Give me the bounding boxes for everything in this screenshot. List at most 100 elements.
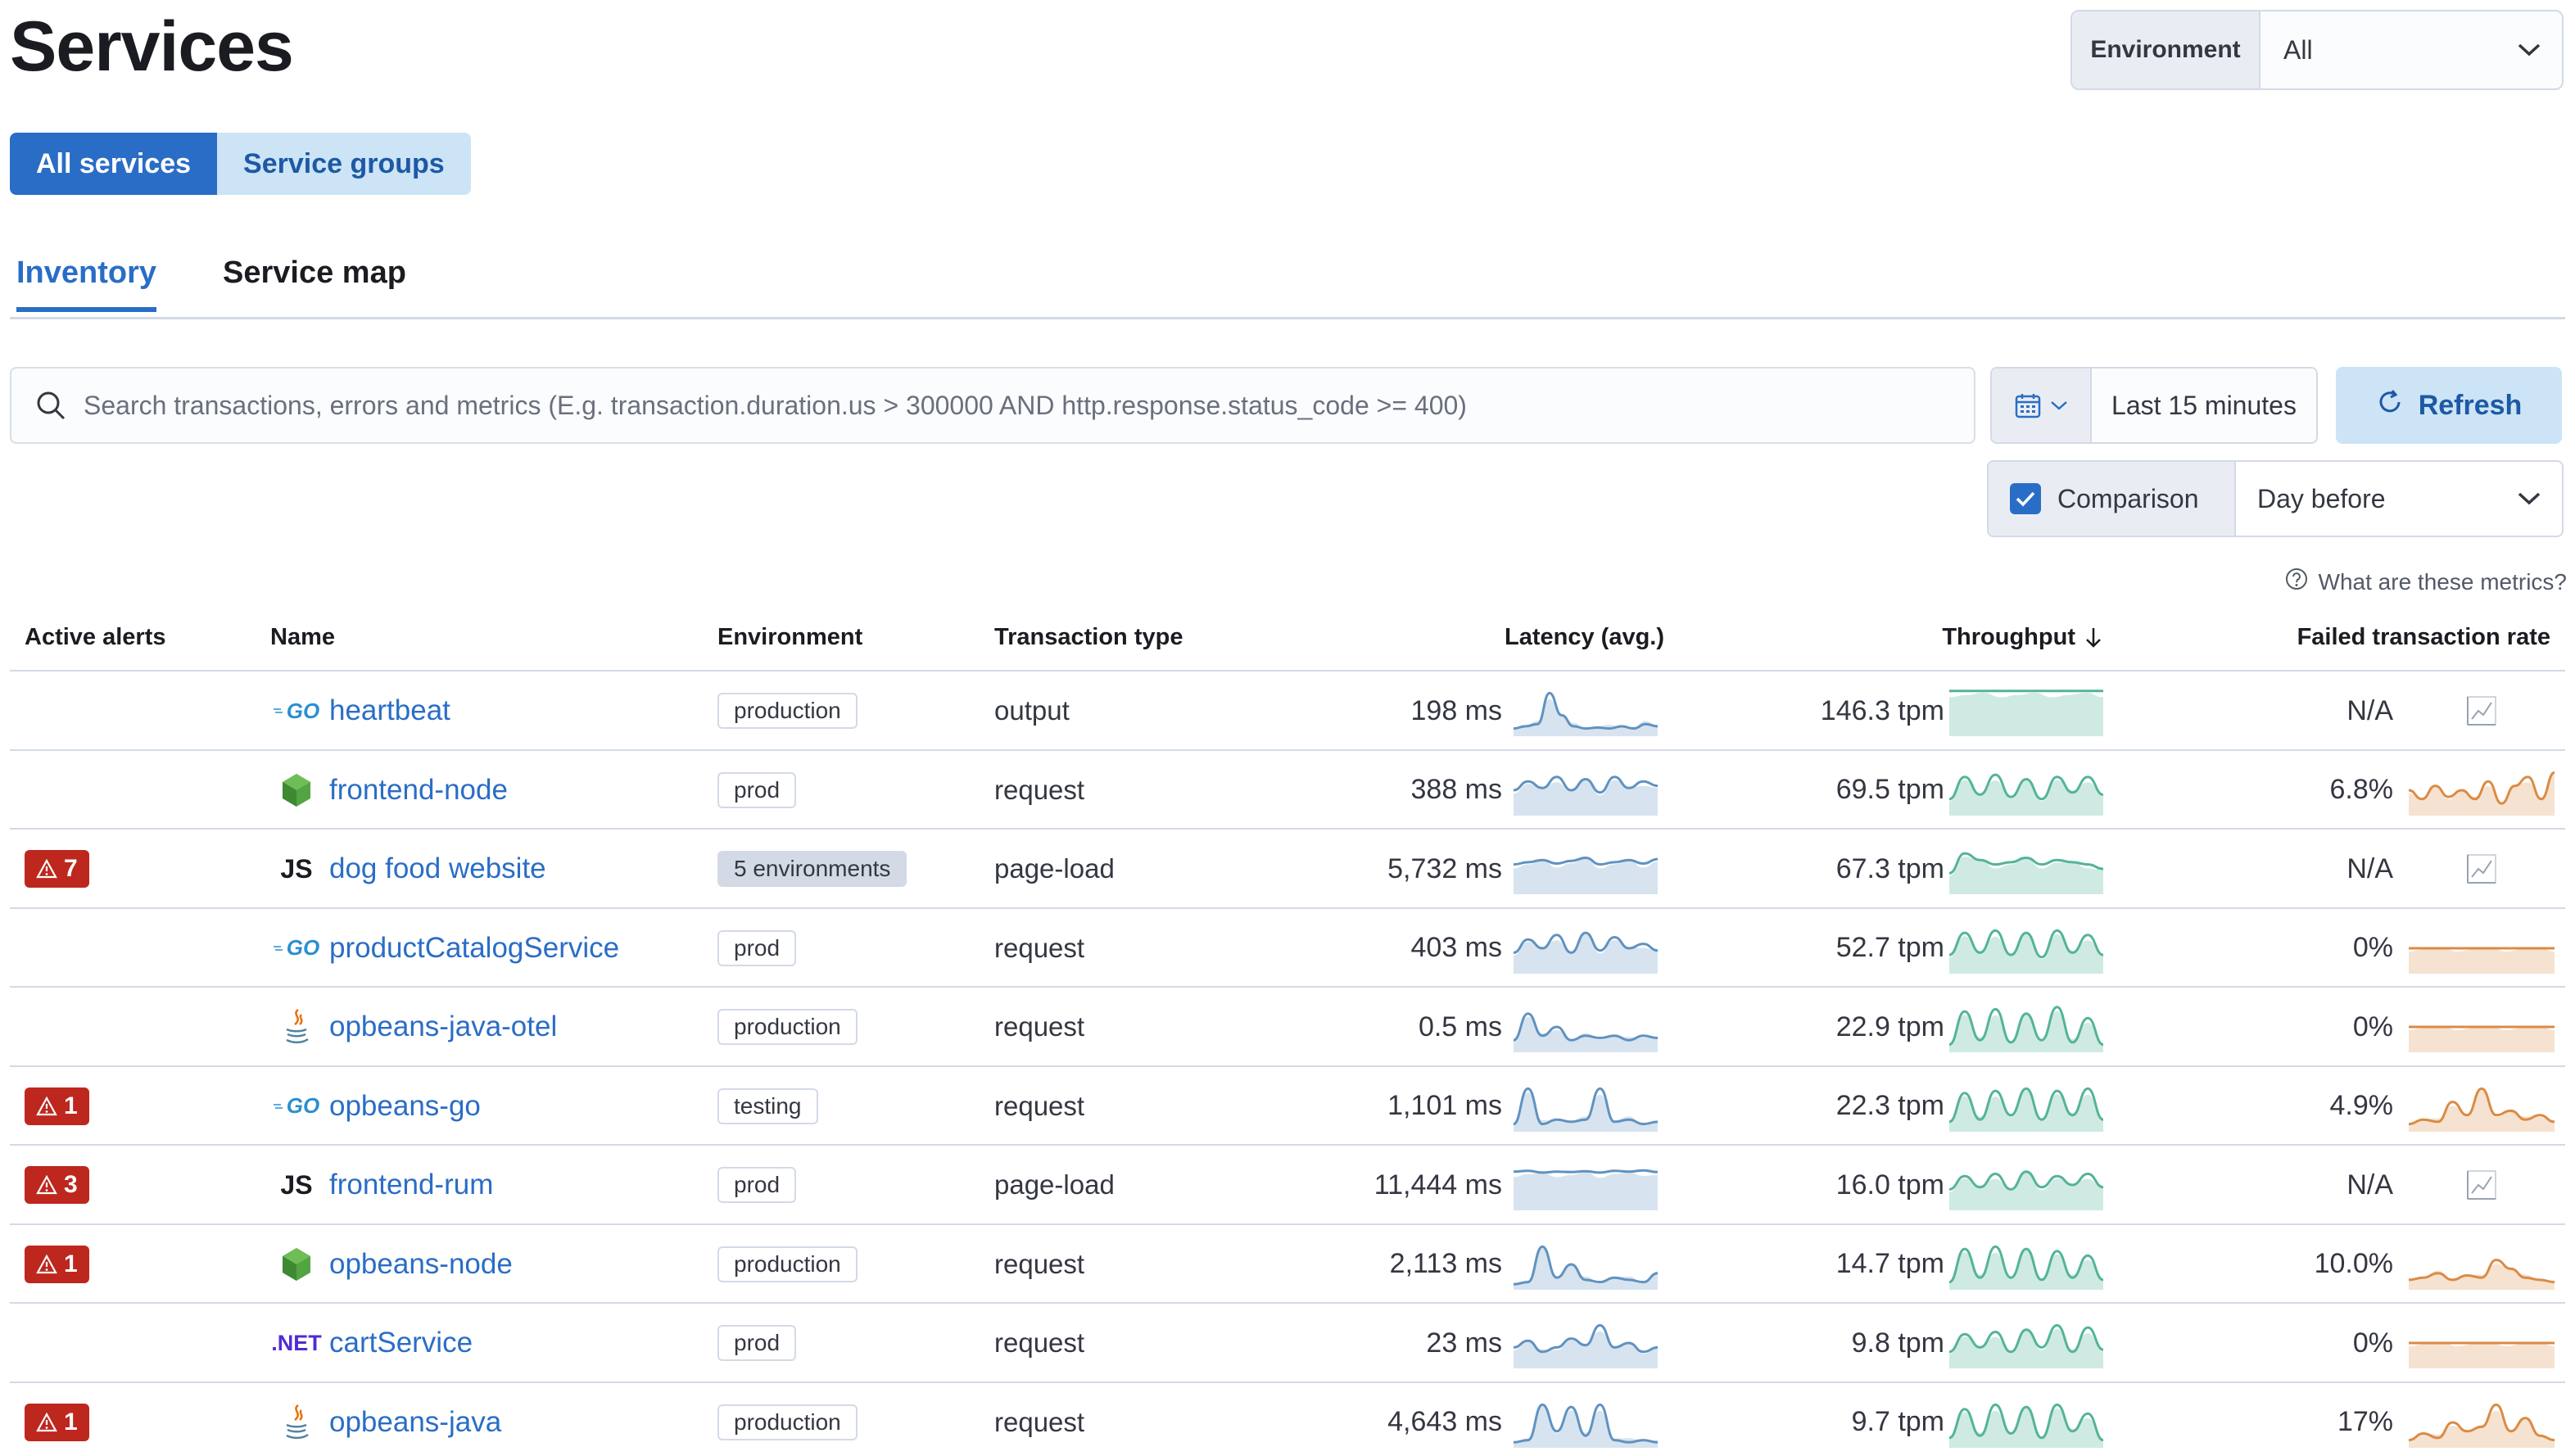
table-row[interactable]: GO heartbeat production output 198 ms 14… — [10, 671, 2565, 751]
service-name-link[interactable]: opbeans-go — [329, 1090, 481, 1123]
service-name-link[interactable]: frontend-node — [329, 774, 508, 807]
failed-rate-value: 0% — [2352, 1011, 2393, 1042]
failed-rate-value: 0% — [2352, 1327, 2393, 1359]
throughput-value: 9.7 tpm — [1851, 1406, 1944, 1437]
failed-rate-sparkline-empty-icon — [2467, 854, 2496, 884]
service-name-link[interactable]: productCatalogService — [329, 932, 619, 965]
column-active-alerts[interactable]: Active alerts — [25, 624, 166, 651]
failed-rate-sparkline-empty-icon — [2467, 1170, 2496, 1200]
comparison-label: Comparison — [2057, 483, 2199, 513]
go-agent-icon: GO — [273, 1093, 319, 1119]
throughput-sparkline — [1949, 929, 2103, 974]
failed-rate-value: 0% — [2352, 932, 2393, 963]
active-alerts-badge[interactable]: 3 — [25, 1166, 89, 1204]
table-row[interactable]: 1 GO opbeans-go testing request 1,101 ms… — [10, 1067, 2565, 1146]
latency-sparkline — [1514, 1245, 1658, 1290]
service-view-toggle: All services Service groups — [10, 133, 471, 195]
calendar-icon[interactable] — [1992, 369, 2092, 442]
failed-rate-sparkline — [2409, 947, 2555, 974]
transaction-type-cell: request — [994, 1327, 1085, 1358]
column-environment[interactable]: Environment — [717, 624, 862, 651]
latency-sparkline-cell — [1514, 1383, 1658, 1456]
all-services-button[interactable]: All services — [10, 133, 218, 195]
environment-value[interactable]: All — [2260, 11, 2496, 88]
service-name-link[interactable]: cartService — [329, 1327, 473, 1359]
alert-count: 1 — [64, 1092, 78, 1119]
alerts-cell: 3 — [25, 1146, 89, 1224]
service-name-link[interactable]: frontend-rum — [329, 1169, 493, 1201]
table-row[interactable]: 7 JS dog food website 5 environments pag… — [10, 830, 2565, 909]
comparison-toggle[interactable]: Comparison — [1989, 462, 2236, 536]
service-name-link[interactable]: dog food website — [329, 852, 546, 885]
search-input[interactable]: Search transactions, errors and metrics … — [10, 367, 1975, 444]
refresh-button[interactable]: Refresh — [2336, 367, 2562, 444]
latency-sparkline-cell — [1514, 671, 1658, 750]
table-row[interactable]: GO productCatalogService prod request 40… — [10, 909, 2565, 988]
table-row[interactable]: 3 JS frontend-rum prod page-load 11,444 … — [10, 1146, 2565, 1225]
tab-inventory[interactable]: Inventory — [16, 255, 157, 312]
throughput-sparkline-cell — [1949, 1383, 2103, 1456]
failed-rate-sparkline-cell — [2408, 1383, 2555, 1456]
alerts-cell: 1 — [25, 1225, 89, 1304]
table-row[interactable]: 1 opbeans-java production request 4,643 … — [10, 1383, 2565, 1456]
transaction-type-cell: request — [994, 1090, 1085, 1121]
column-transaction-type[interactable]: Transaction type — [994, 624, 1183, 651]
throughput-value: 69.5 tpm — [1835, 774, 1944, 805]
column-latency[interactable]: Latency (avg.) — [1505, 624, 1664, 651]
latency-sparkline — [1514, 1169, 1658, 1210]
chevron-down-icon[interactable] — [2496, 462, 2562, 536]
active-alerts-badge[interactable]: 1 — [25, 1087, 89, 1125]
table-row[interactable]: frontend-node prod request 388 ms 69.5 t… — [10, 751, 2565, 830]
environment-cell: prod — [717, 1304, 797, 1382]
column-throughput[interactable]: Throughput — [1942, 624, 2103, 651]
checkbox-checked-icon[interactable] — [2010, 483, 2041, 514]
name-cell: GO heartbeat — [273, 671, 450, 750]
throughput-sparkline — [1949, 773, 2103, 816]
transaction-type-cell: page-load — [994, 1169, 1115, 1200]
table-row[interactable]: .NET cartService prod request 23 ms 9.8 … — [10, 1304, 2565, 1383]
latency-sparkline — [1514, 1087, 1658, 1132]
latency-sparkline-cell — [1514, 1146, 1658, 1224]
throughput-sparkline — [1949, 690, 2103, 736]
date-picker[interactable]: Last 15 minutes — [1990, 367, 2318, 444]
service-name-link[interactable]: opbeans-node — [329, 1248, 513, 1281]
name-cell: JS dog food website — [274, 830, 546, 908]
environment-cell: production — [717, 988, 858, 1066]
latency-value: 5,732 ms — [1387, 852, 1502, 884]
column-failed-rate[interactable]: Failed transaction rate — [2297, 624, 2550, 651]
active-alerts-badge[interactable]: 1 — [25, 1403, 89, 1441]
service-name-link[interactable]: opbeans-java — [329, 1406, 501, 1439]
active-alerts-badge[interactable]: 1 — [25, 1245, 89, 1283]
environment-select[interactable]: Environment All — [2070, 10, 2564, 90]
service-name-link[interactable]: opbeans-java-otel — [329, 1011, 557, 1043]
environment-badge: production — [717, 1009, 858, 1045]
name-cell: GO productCatalogService — [273, 909, 619, 988]
table-row[interactable]: 1 opbeans-node production request 2,113 … — [10, 1225, 2565, 1304]
latency-sparkline — [1514, 775, 1658, 816]
service-name-link[interactable]: heartbeat — [329, 694, 450, 727]
table-header: Active alerts Name Environment Transacti… — [10, 613, 2565, 671]
metrics-help-link[interactable]: What are these metrics? — [2284, 567, 2567, 597]
latency-sparkline-cell — [1514, 830, 1658, 908]
java-agent-icon — [274, 1006, 319, 1047]
name-cell: opbeans-node — [274, 1225, 513, 1304]
throughput-value: 22.9 tpm — [1835, 1011, 1944, 1042]
active-alerts-badge[interactable]: 7 — [25, 850, 89, 888]
table-row[interactable]: opbeans-java-otel production request 0.5… — [10, 988, 2565, 1067]
column-name[interactable]: Name — [270, 624, 335, 651]
latency-value: 4,643 ms — [1387, 1406, 1502, 1437]
service-groups-button[interactable]: Service groups — [217, 133, 471, 195]
date-range-display[interactable]: Last 15 minutes — [2092, 369, 2316, 442]
throughput-value: 52.7 tpm — [1835, 932, 1944, 963]
chevron-down-icon[interactable] — [2496, 11, 2562, 88]
comparison-select[interactable]: Day before — [2236, 462, 2496, 536]
failed-rate-value: 10.0% — [2314, 1248, 2393, 1279]
throughput-value: 67.3 tpm — [1835, 852, 1944, 884]
throughput-value: 146.3 tpm — [1820, 694, 1944, 726]
throughput-sparkline-cell — [1949, 671, 2103, 750]
environment-cell: prod — [717, 751, 797, 830]
transaction-type-cell: request — [994, 1011, 1085, 1042]
page-title: Services — [10, 7, 294, 86]
warning-icon — [36, 1175, 57, 1195]
tab-service-map[interactable]: Service map — [223, 255, 406, 307]
